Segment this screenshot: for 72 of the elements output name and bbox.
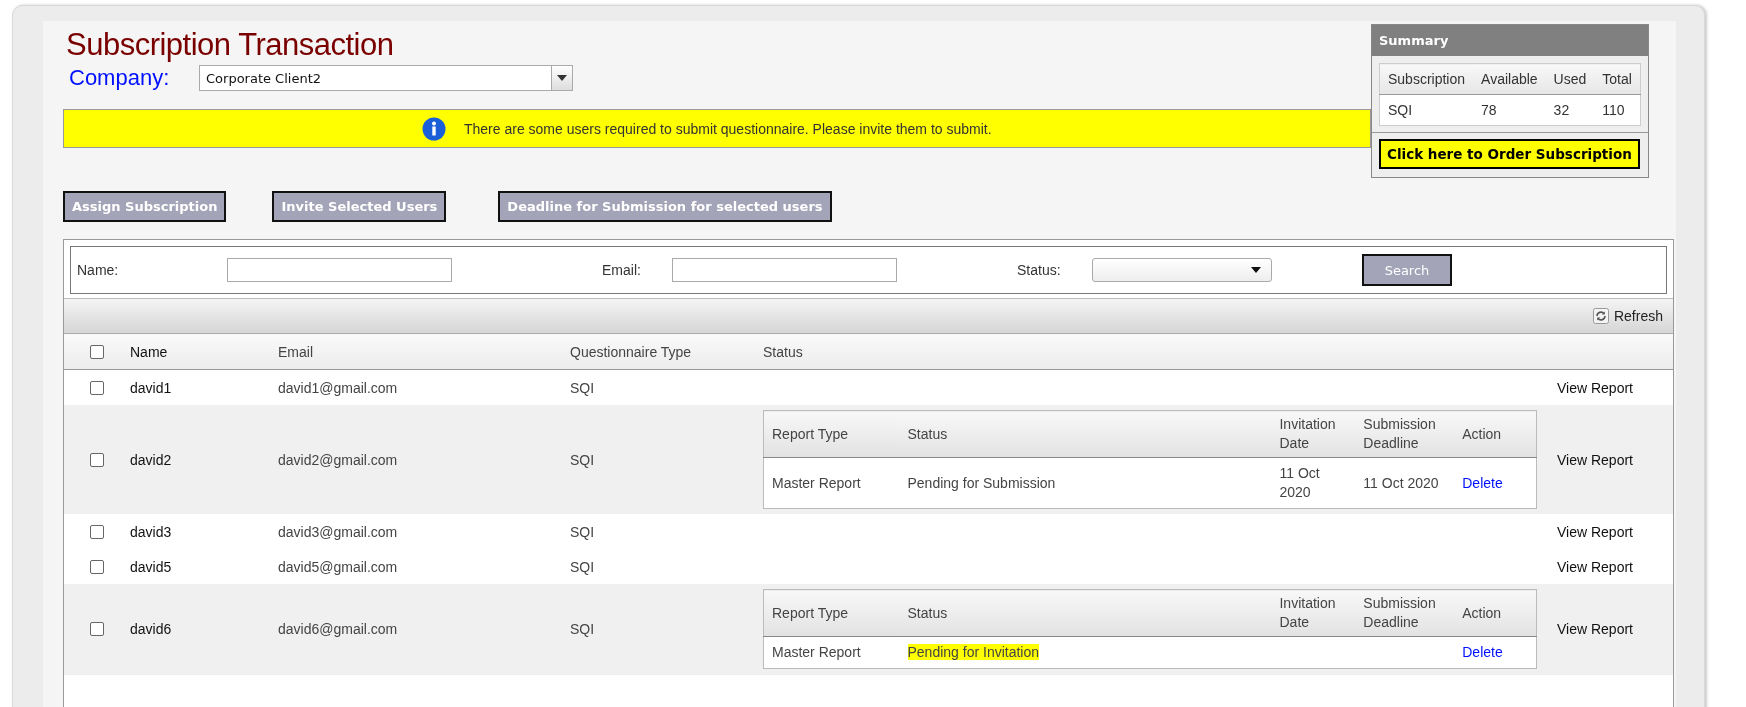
table-cell-text: david2@gmail.com	[278, 451, 399, 468]
column-header: Used	[1545, 63, 1595, 95]
row-checkbox[interactable]	[90, 622, 104, 636]
column-header: Submission Deadline	[1355, 589, 1455, 637]
delete-link[interactable]: Delete	[1462, 644, 1503, 660]
table-cell-text: SQI	[570, 523, 596, 540]
row-checkbox[interactable]	[90, 452, 104, 467]
delete-link[interactable]: Delete	[1462, 474, 1503, 491]
column-header: Status	[763, 342, 804, 362]
table-cell-text: SQI	[570, 379, 596, 396]
view-report-link[interactable]: View Report	[1557, 451, 1633, 468]
view-report-link[interactable]: View Report	[1557, 621, 1633, 637]
notice-text: There are some users required to submit questionnaire. Please invite them to submit.	[464, 120, 992, 137]
caret-icon	[1251, 267, 1261, 273]
table-cell-text: SQI	[570, 451, 596, 468]
status-text: Pending for Invitation	[907, 644, 1040, 660]
column-header: Questionnaire Type	[570, 343, 693, 360]
table-cell-text: david6	[130, 621, 173, 637]
column-header: Invitation Date	[1271, 410, 1356, 458]
name-label: Name:	[77, 262, 120, 278]
column-header: Email	[278, 343, 314, 360]
refresh-icon	[1592, 308, 1609, 324]
company-label: Company:	[69, 65, 171, 91]
table-cell: 78	[1473, 94, 1546, 126]
table-cell: 32	[1545, 94, 1595, 126]
column-header: Total	[1594, 63, 1641, 95]
status-label: Status:	[1017, 262, 1062, 278]
column-header: Action	[1454, 589, 1537, 637]
column-header: Action	[1454, 410, 1537, 458]
refresh-button[interactable]: Refresh	[1592, 308, 1663, 324]
view-report-link[interactable]: View Report	[1557, 523, 1633, 540]
column-header: Submission Deadline	[1355, 410, 1455, 458]
table-cell-text: david6@gmail.com	[278, 621, 399, 637]
caret-icon	[557, 75, 567, 81]
table-cell-text: SQI	[570, 558, 596, 575]
table-cell-text: david5@gmail.com	[278, 558, 399, 575]
info-icon	[422, 116, 446, 141]
table-cell-text: david2	[130, 451, 173, 468]
table-cell-text: david5	[130, 558, 173, 575]
column-header: Report Type	[763, 410, 900, 458]
page-title: Subscription Transaction	[66, 27, 395, 63]
table-cell: Master Report	[772, 474, 861, 491]
email-input[interactable]	[672, 258, 897, 282]
summary-title: Summary	[1372, 25, 1648, 56]
name-input[interactable]	[227, 258, 452, 282]
column-header: Subscription	[1379, 63, 1474, 95]
table-cell: Master Report	[772, 644, 861, 660]
order-subscription-button[interactable]: Click here to Order Subscription	[1379, 139, 1640, 169]
table-cell: 110	[1594, 94, 1641, 126]
table-cell: SQI	[1379, 94, 1474, 126]
column-header: Name	[130, 343, 169, 360]
row-checkbox[interactable]	[90, 380, 104, 395]
table-cell-text: david1	[130, 379, 173, 396]
column-header: Invitation Date	[1271, 589, 1356, 637]
column-header: Status	[899, 410, 1272, 458]
table-cell-text: david3	[130, 523, 173, 540]
company-dropdown[interactable]: Corporate Client2	[199, 65, 573, 91]
view-report-link[interactable]: View Report	[1557, 558, 1633, 575]
row-checkbox[interactable]	[90, 524, 104, 539]
column-header: Report Type	[763, 589, 900, 637]
email-label: Email:	[602, 262, 642, 278]
table-cell-text: david1@gmail.com	[278, 379, 399, 396]
table-cell: 11 Oct 2020	[1363, 474, 1439, 491]
table-cell: 11 Oct 2020	[1279, 465, 1320, 500]
table-cell-text: david3@gmail.com	[278, 523, 399, 540]
row-checkbox[interactable]	[90, 559, 104, 574]
select-all-checkbox[interactable]	[90, 344, 104, 359]
column-header: Status	[899, 589, 1272, 637]
table-cell-text: SQI	[570, 621, 596, 637]
column-header: Available	[1473, 63, 1546, 95]
status-text: Pending for Submission	[907, 474, 1056, 491]
view-report-link[interactable]: View Report	[1557, 379, 1633, 396]
